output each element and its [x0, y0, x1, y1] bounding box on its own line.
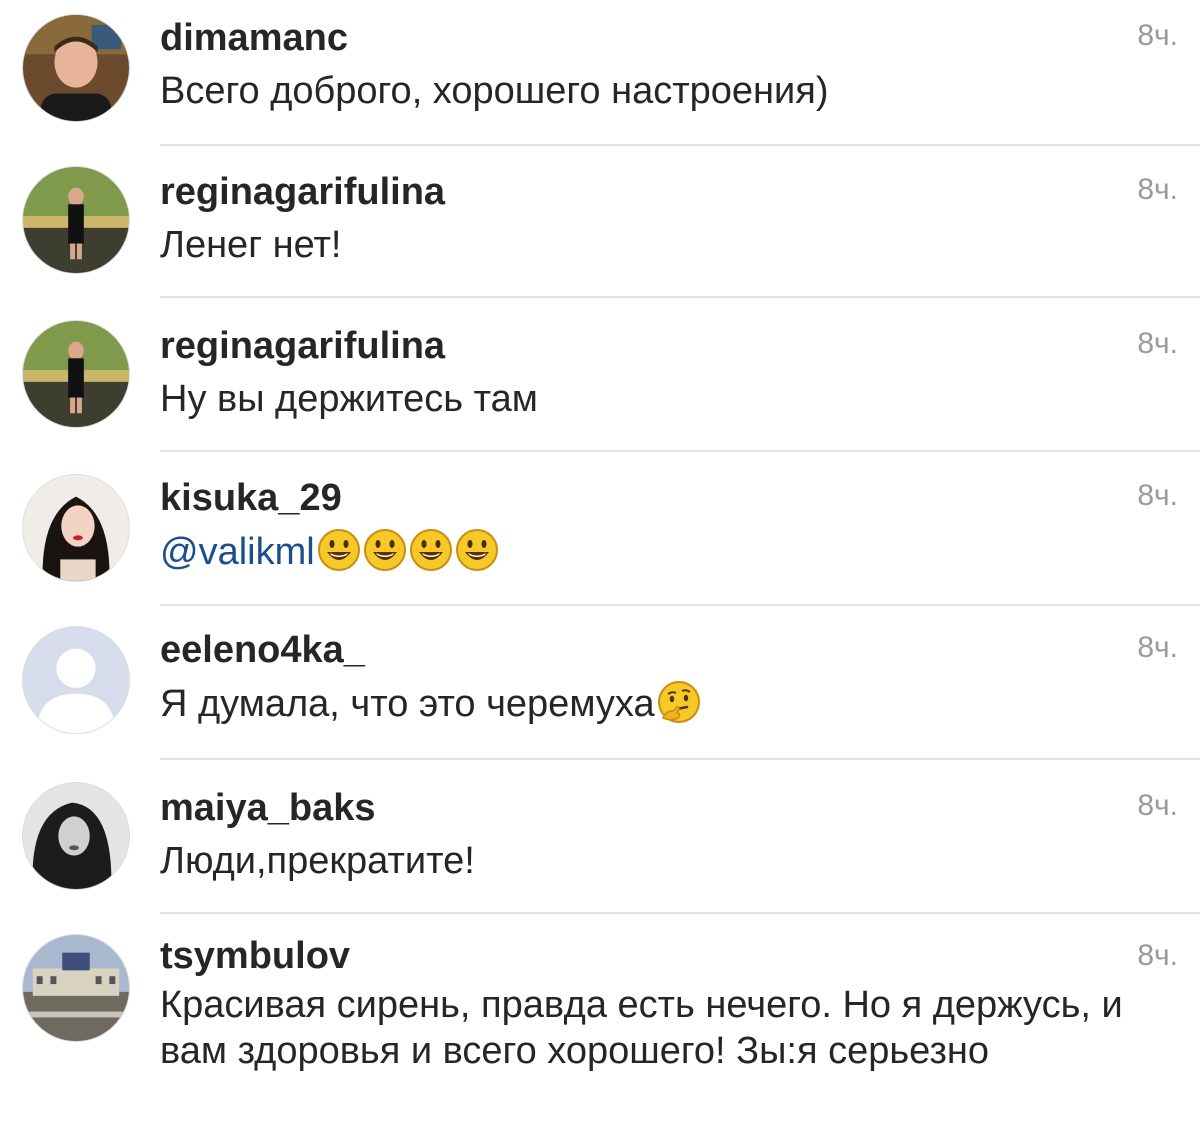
smiley-emoji-icon: [317, 528, 361, 572]
comment-username[interactable]: dimamanc: [160, 16, 348, 60]
user-photo-avatar-icon: [23, 167, 129, 273]
comment-timestamp: 8ч.: [1137, 939, 1178, 972]
avatar[interactable]: [22, 166, 130, 274]
comment-item: dimamanc Всего доброго, хорошего настрое…: [0, 0, 1200, 146]
smiley-emoji-icon: [363, 528, 407, 572]
user-photo-avatar-icon: [23, 15, 129, 121]
avatar[interactable]: [22, 782, 130, 890]
comment-item: reginagarifulina Ленег нет! 8ч.: [0, 146, 1200, 298]
user-photo-avatar-icon: [23, 783, 129, 889]
comment-item: eeleno4ka_ Я думала, что это черемуха 8ч…: [0, 606, 1200, 760]
comment-text: Люди,прекратите!: [160, 840, 475, 882]
comment-timestamp: 8ч.: [1137, 789, 1178, 822]
comment-text: Красивая сирень, правда есть нечего. Но …: [160, 984, 1123, 1072]
smiley-emoji-icon: [409, 528, 453, 572]
comment-item: reginagarifulina Ну вы держитесь там 8ч.: [0, 298, 1200, 452]
comment-item: maiya_baks Люди,прекратите! 8ч.: [0, 760, 1200, 914]
avatar[interactable]: [22, 934, 130, 1042]
mention-link[interactable]: @valikml: [160, 531, 315, 573]
comment-text: Я думала, что это черемуха: [160, 680, 1160, 727]
comment-item: tsymbulov Красивая сирень, правда есть н…: [0, 914, 1200, 1139]
comment-timestamp: 8ч.: [1137, 19, 1178, 52]
comment-text-content: Я думала, что это черемуха: [160, 683, 655, 725]
avatar[interactable]: [22, 320, 130, 428]
comment-username[interactable]: reginagarifulina: [160, 170, 445, 214]
comment-timestamp: 8ч.: [1137, 173, 1178, 206]
comment-item: kisuka_29 @valikml 8ч.: [0, 452, 1200, 606]
comment-username[interactable]: reginagarifulina: [160, 324, 445, 368]
comment-text: Ленег нет!: [160, 224, 342, 266]
comment-username[interactable]: maiya_baks: [160, 786, 376, 830]
avatar[interactable]: [22, 474, 130, 582]
comment-text: Всего доброго, хорошего настроения): [160, 70, 829, 112]
comment-username[interactable]: eeleno4ka_: [160, 628, 365, 672]
thinking-emoji-icon: [657, 680, 701, 724]
smiley-emoji-icon: [455, 528, 499, 572]
comment-timestamp: 8ч.: [1137, 479, 1178, 512]
comment-timestamp: 8ч.: [1137, 327, 1178, 360]
comment-list: dimamanc Всего доброго, хорошего настрое…: [0, 0, 1200, 1139]
user-photo-avatar-icon: [23, 321, 129, 427]
comment-text: @valikml: [160, 528, 1160, 575]
avatar[interactable]: [22, 626, 130, 734]
comment-username[interactable]: kisuka_29: [160, 476, 342, 520]
default-user-avatar-icon: [23, 627, 129, 733]
user-photo-avatar-icon: [23, 475, 129, 581]
user-photo-avatar-icon: [23, 935, 129, 1041]
comment-timestamp: 8ч.: [1137, 631, 1178, 664]
comment-username[interactable]: tsymbulov: [160, 934, 350, 978]
comment-text: Ну вы держитесь там: [160, 378, 538, 420]
avatar[interactable]: [22, 14, 130, 122]
